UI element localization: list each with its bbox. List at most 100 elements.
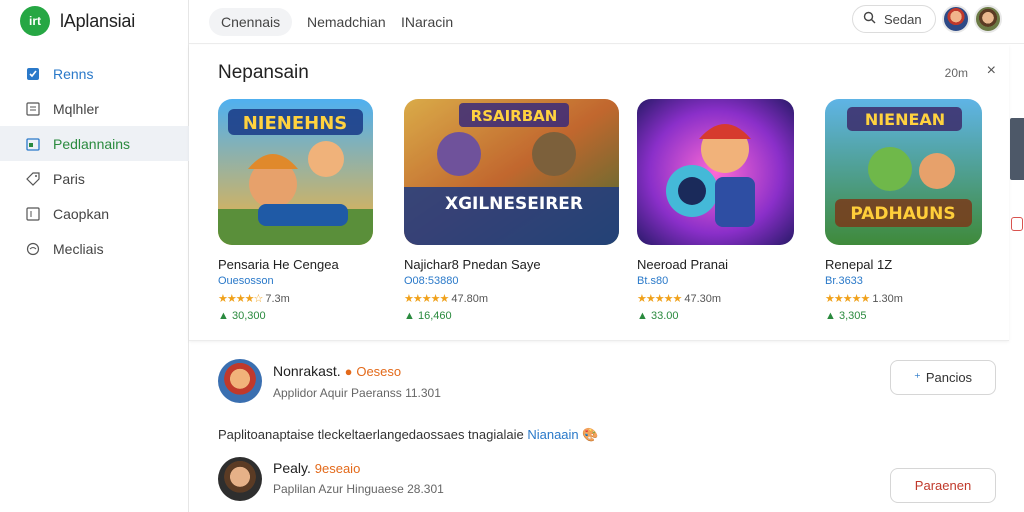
sidebar-item-label: Caopkan (53, 205, 110, 222)
sidebar-item-label: Mqlhler (53, 100, 99, 117)
app-description: Paplitoanaptaise tleckeltaerlangedaossae… (218, 427, 598, 443)
game-rating: ★★★★★ 47.80m (404, 292, 619, 305)
sidebar-item-label: Mecliais (53, 240, 104, 257)
list-item-name: Pealy. (273, 460, 311, 476)
game-card[interactable]: NIENEAN PADHAUNS Renepal 1Z Br.3633 ★★★★… (825, 99, 982, 322)
top-bar: Cnennais Nemadchian INaracin Sedan (189, 0, 1024, 44)
game-card[interactable]: RSAIRBAN XGILNESEIRER Najichar8 Pnedan S… (404, 99, 619, 322)
search-label: Sedan (884, 11, 922, 27)
emoji-icon: 🎨 (582, 427, 599, 442)
list-item-subtitle: Paplilan Azur Hinguaese 28.301 (273, 482, 444, 496)
search-button[interactable]: Sedan (852, 5, 936, 33)
list-icon (25, 101, 41, 117)
app-name: lAplansiai (60, 10, 136, 31)
star-rating-icon: ★★★★☆ (218, 293, 263, 305)
close-icon[interactable]: × (987, 62, 996, 80)
sidebar-item-caopkan[interactable]: Caopkan (0, 196, 189, 231)
calendar-icon (25, 136, 41, 152)
game-developer: Bt.s80 (637, 275, 669, 287)
game-thumbnail[interactable]: NIENEHNS (218, 99, 373, 245)
game-thumbnail[interactable] (637, 99, 794, 245)
list-item-title[interactable]: Pealy. 9eseaio (273, 460, 360, 476)
list-item-badge: 9eseaio (314, 461, 361, 476)
description-link[interactable]: Nianaain (527, 427, 578, 442)
download-count: ▲ 3,305 (825, 310, 867, 322)
list-item-meta: Applidor Aquir Paeranss (273, 386, 402, 400)
panel-title: Nepansain (218, 62, 309, 83)
featured-panel: Nepansain 20m × NIENEHNS Pensaria He Cen… (189, 45, 1024, 341)
paraenen-button[interactable]: Paraenen (890, 468, 996, 503)
game-developer: Ouesosson (218, 275, 274, 287)
download-count: ▲ 33.00 (637, 310, 679, 322)
search-icon (863, 11, 876, 27)
tab-cnennais[interactable]: Cnennais (209, 8, 293, 36)
sidebar-item-renns[interactable]: Renns (0, 56, 189, 91)
star-rating-icon: ★★★★★ (404, 293, 449, 305)
game-title: Renepal 1Z (825, 257, 893, 272)
description-text: Paplitoanaptaise tleckeltaerlangedaossae… (218, 427, 524, 442)
sidebar-item-mqlhler[interactable]: Mqlhler (0, 91, 189, 126)
game-card[interactable]: Neeroad Pranai Bt.s80 ★★★★★ 47.30m ▲ 33.… (637, 99, 794, 322)
badge-icon: ● (344, 364, 353, 379)
thumbnail-title: NIENEAN (865, 110, 945, 129)
avatar[interactable] (974, 5, 1002, 33)
thumbnail-subtitle: PADHAUNS (850, 204, 955, 224)
list-item-meta: Paplilan Azur Hinguaese (273, 482, 404, 496)
next-card-indicator[interactable] (1011, 217, 1023, 231)
rating-count: 47.30m (684, 293, 722, 305)
download-value: 3,305 (838, 310, 867, 322)
button-label: Paraenen (914, 478, 972, 493)
list-item-title[interactable]: Nonrakast. ● Oeseso (273, 363, 401, 379)
game-rating: ★★★★☆ 7.3m (218, 292, 373, 305)
bookmark-icon (25, 66, 41, 82)
game-rating: ★★★★★ 1.30m (825, 292, 982, 305)
rating-count: 1.30m (872, 293, 903, 305)
download-count: ▲ 30,300 (218, 310, 266, 322)
box-icon (25, 206, 41, 222)
sidebar: irt lAplansiai Renns Mqlhler Pedlannains (0, 0, 189, 512)
app-list: Nonrakast. ● Oeseso Applidor Aquir Paera… (189, 350, 1024, 512)
list-item-number: 28.301 (407, 482, 444, 496)
button-label: Pancios (925, 370, 973, 385)
app-logo-icon: irt (20, 6, 50, 36)
sidebar-nav: Renns Mqlhler Pedlannains Paris Caopkan (0, 56, 189, 266)
sidebar-item-paris[interactable]: Paris (0, 161, 189, 196)
star-rating-icon: ★★★★★ (825, 293, 870, 305)
tab-nemadchian[interactable]: Nemadchian (295, 8, 398, 36)
app-icon[interactable] (218, 457, 262, 501)
thumbnail-subtitle: XGILNESEIRER (445, 194, 583, 214)
game-thumbnail[interactable]: NIENEAN PADHAUNS (825, 99, 982, 245)
game-thumbnail[interactable]: RSAIRBAN XGILNESEIRER (404, 99, 619, 245)
pancios-button[interactable]: ⁺ Pancios (890, 360, 996, 395)
rating-count: 7.3m (265, 293, 290, 305)
sidebar-item-label: Renns (53, 65, 94, 82)
game-developer: O08:53880 (404, 275, 459, 287)
download-value: 30,300 (231, 310, 266, 322)
sidebar-item-mecliais[interactable]: Mecliais (0, 231, 189, 266)
download-count: ▲ 16,460 (404, 310, 452, 322)
app-icon[interactable] (218, 359, 262, 403)
thumbnail-title: NIENEHNS (243, 113, 348, 134)
brand[interactable]: irt lAplansiai (20, 6, 135, 36)
download-value: 33.00 (650, 310, 679, 322)
rating-count: 47.80m (451, 293, 489, 305)
game-rating: ★★★★★ 47.30m (637, 292, 794, 305)
tab-inaracin[interactable]: INaracin (389, 8, 465, 36)
game-card[interactable]: NIENEHNS Pensaria He Cengea Ouesosson ★★… (218, 99, 373, 322)
sidebar-item-label: Pedlannains (53, 135, 131, 152)
next-card-peek[interactable] (1010, 118, 1024, 180)
tag-icon (25, 171, 41, 187)
sparkle-icon: ⁺ (913, 369, 921, 385)
avatar[interactable] (942, 5, 970, 33)
list-item-number: 11.301 (405, 386, 441, 400)
list-item-badge: Oeseso (356, 364, 402, 379)
game-title: Najichar8 Pnedan Saye (404, 257, 541, 272)
list-item-name: Nonrakast. (273, 363, 341, 379)
game-developer: Br.3633 (825, 275, 863, 287)
game-title: Neeroad Pranai (637, 257, 729, 272)
star-rating-icon: ★★★★★ (637, 293, 682, 305)
sidebar-item-pedlannains[interactable]: Pedlannains (0, 126, 189, 161)
sidebar-item-label: Paris (53, 170, 85, 187)
game-title: Pensaria He Cengea (218, 257, 339, 272)
panel-meta: 20m (944, 66, 968, 80)
